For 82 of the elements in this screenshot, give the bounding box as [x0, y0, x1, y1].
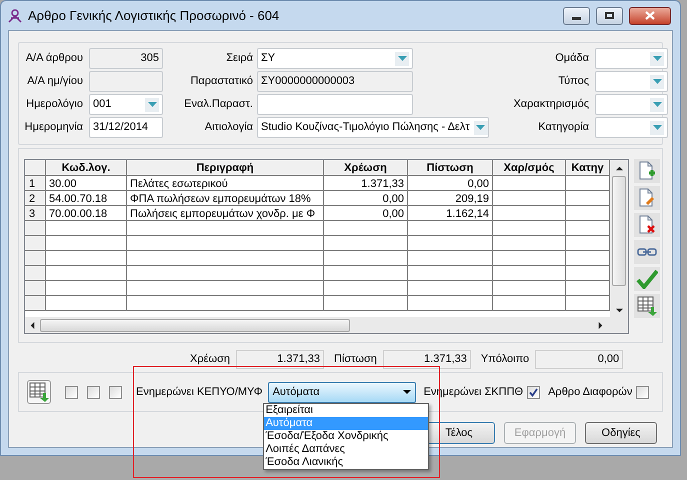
input-field[interactable]: ΣΥ0000000000003 [257, 71, 413, 92]
caret-icon [402, 390, 411, 394]
checkbox-label: Αρθρο Διαφορών [548, 384, 632, 400]
table-cell: Πελάτες εσωτερικού [127, 176, 324, 190]
combo-field[interactable] [595, 117, 668, 138]
column-header[interactable]: Χρέωση [324, 160, 408, 175]
scroll-down-icon[interactable] [616, 306, 622, 314]
column-header[interactable]: Κωδ.λογ. [46, 160, 127, 175]
scroll-up-icon[interactable] [616, 164, 622, 172]
field-label: Σειρά [225, 51, 253, 66]
dropdown-option[interactable]: Εξαιρείται [264, 404, 428, 416]
field-label: Α/Α άρθρου [24, 51, 83, 66]
total-label: Χρέωση [190, 352, 230, 367]
field-label: Ομάδα [554, 51, 589, 66]
combo-field[interactable] [595, 71, 668, 92]
scroll-left-icon[interactable] [29, 322, 36, 328]
combo-field[interactable]: 001 [89, 94, 163, 115]
edit-row-button[interactable] [634, 186, 660, 210]
field-label: Αιτιολογία [204, 120, 253, 136]
checkbox[interactable] [109, 386, 122, 398]
kepyo-label: Ενημερώνει ΚΕΠΥΟ/ΜΥΦ [136, 384, 263, 400]
column-header[interactable]: Χαρ/σμός [493, 160, 566, 175]
combo-field[interactable] [595, 94, 668, 115]
field-label: Ημερολόγιο [25, 97, 83, 112]
total-label: Υπόλοιπο [480, 352, 530, 367]
column-header[interactable]: Περιγραφή [127, 160, 324, 175]
combo-field[interactable] [595, 48, 668, 69]
row-number: 3 [25, 206, 46, 220]
checkbox[interactable] [87, 386, 100, 398]
total-field: 0,00 [535, 350, 624, 368]
input-field[interactable] [257, 94, 413, 115]
horizontal-scrollbar[interactable] [25, 317, 628, 333]
table-cell: 1.371,33 [324, 176, 408, 190]
table-cell: 0,00 [408, 176, 493, 190]
window-title: Αρθρο Γενικής Λογιστικής Προσωρινό - 604 [28, 6, 280, 25]
export-button[interactable] [634, 294, 660, 318]
dropdown-option[interactable]: Λοιπές Δαπάνες [264, 442, 428, 456]
close-button[interactable] [629, 6, 671, 24]
table-cell: 1.162,14 [408, 206, 493, 220]
checkbox[interactable] [527, 386, 540, 398]
table-cell: 70.00.00.18 [46, 206, 127, 220]
input-field[interactable]: 31/12/2014 [89, 117, 163, 138]
input-field[interactable]: 305 [89, 48, 163, 69]
field-label: Ημερομηνία [24, 120, 83, 136]
vertical-scrollbar[interactable] [610, 160, 628, 317]
table-cell: Πωλήσεις εμπορευμάτων χονδρ. με Φ [127, 206, 324, 220]
dropdown-option[interactable]: Έσοδα Λιανικής [264, 456, 428, 468]
close-icon [645, 11, 655, 20]
kepyo-select[interactable]: Αυτόματα [268, 382, 416, 402]
table-export-button[interactable] [27, 380, 51, 404]
field-label: Κατηγορία [537, 120, 589, 136]
minimize-button[interactable] [563, 6, 590, 24]
combo-field[interactable]: ΣΥ [257, 48, 413, 69]
link-button[interactable] [634, 240, 660, 264]
total-label: Πίστωση [334, 352, 377, 367]
table-cell: 0,00 [324, 191, 408, 205]
input-field[interactable] [89, 71, 163, 92]
dialog-button[interactable]: Οδηγίες [585, 422, 657, 444]
app-icon [8, 8, 22, 22]
checkbox[interactable] [65, 386, 78, 398]
field-label: Α/Α ημ/γίου [26, 74, 83, 90]
chain-link-icon [637, 247, 657, 257]
column-header[interactable]: Πίστωση [408, 160, 493, 175]
delete-row-button[interactable] [634, 213, 660, 237]
table-cell: 0,00 [324, 206, 408, 220]
field-label: Παραστατικό [189, 74, 253, 90]
checkbox[interactable] [636, 386, 650, 398]
scroll-right-icon[interactable] [597, 322, 604, 328]
field-label: Τύπος [557, 74, 589, 90]
field-label: Εναλ.Παραστ. [183, 97, 253, 112]
table-cell: 54.00.70.18 [46, 191, 127, 205]
row-number: 2 [25, 191, 46, 205]
add-row-button[interactable] [634, 159, 660, 183]
field-label: Χαρακτηρισμός [512, 97, 589, 112]
maximize-button[interactable] [596, 6, 623, 24]
total-field: 1.371,33 [382, 350, 471, 368]
combo-field[interactable]: Studio Κουζίνας-Τιμολόγιο Πώλησης - Δελτ [257, 117, 489, 138]
table-cell: 30.00 [46, 176, 127, 190]
row-number: 1 [25, 176, 46, 190]
total-field: 1.371,33 [236, 350, 324, 368]
table-cell: 209,19 [408, 191, 493, 205]
table-cell: ΦΠΑ πωλήσεων εμπορευμάτων 18% [127, 191, 324, 205]
